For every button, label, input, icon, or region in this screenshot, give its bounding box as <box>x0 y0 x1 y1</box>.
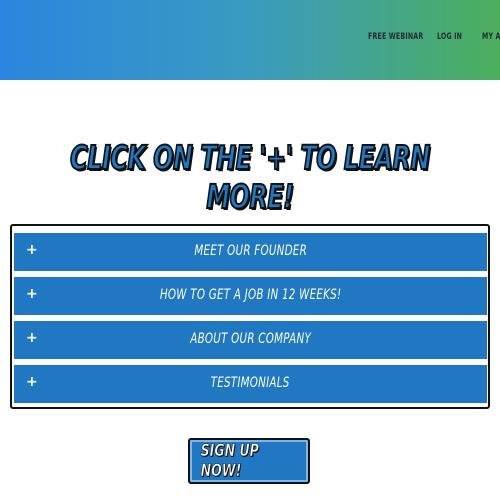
faq-accordion: + MEET OUR FOUNDER + HOW TO GET A JOB IN… <box>10 224 490 409</box>
page-title-text: CLICK ON THE '+' TO LEARN MORE! <box>69 137 431 217</box>
page-title: CLICK ON THE '+' TO LEARN MORE! <box>0 137 500 217</box>
nav-free-webinar[interactable]: FREE WEBINAR <box>368 32 423 42</box>
accordion-item-label: HOW TO GET A JOB IN 12 WEEKS! <box>159 287 342 303</box>
accordion-item-founder[interactable]: + MEET OUR FOUNDER <box>14 233 487 271</box>
nav-log-in[interactable]: LOG IN <box>437 32 462 42</box>
accordion-item-job-12-weeks[interactable]: + HOW TO GET A JOB IN 12 WEEKS! <box>14 277 487 315</box>
site-header: FREE WEBINAR LOG IN MY ACCOUNT <box>0 0 500 80</box>
accordion-item-label: TESTIMONIALS <box>211 375 290 391</box>
accordion-item-testimonials[interactable]: + TESTIMONIALS <box>14 365 487 403</box>
accordion-item-label: MEET OUR FOUNDER <box>194 243 307 259</box>
sign-up-label: SIGN UP NOW! <box>200 441 259 482</box>
nav-my-account[interactable]: MY ACCOUNT <box>482 32 500 42</box>
accordion-item-about-company[interactable]: + ABOUT OUR COMPANY <box>14 321 487 359</box>
sign-up-button[interactable]: SIGN UP NOW! <box>188 438 310 484</box>
accordion-item-label: ABOUT OUR COMPANY <box>190 331 311 347</box>
